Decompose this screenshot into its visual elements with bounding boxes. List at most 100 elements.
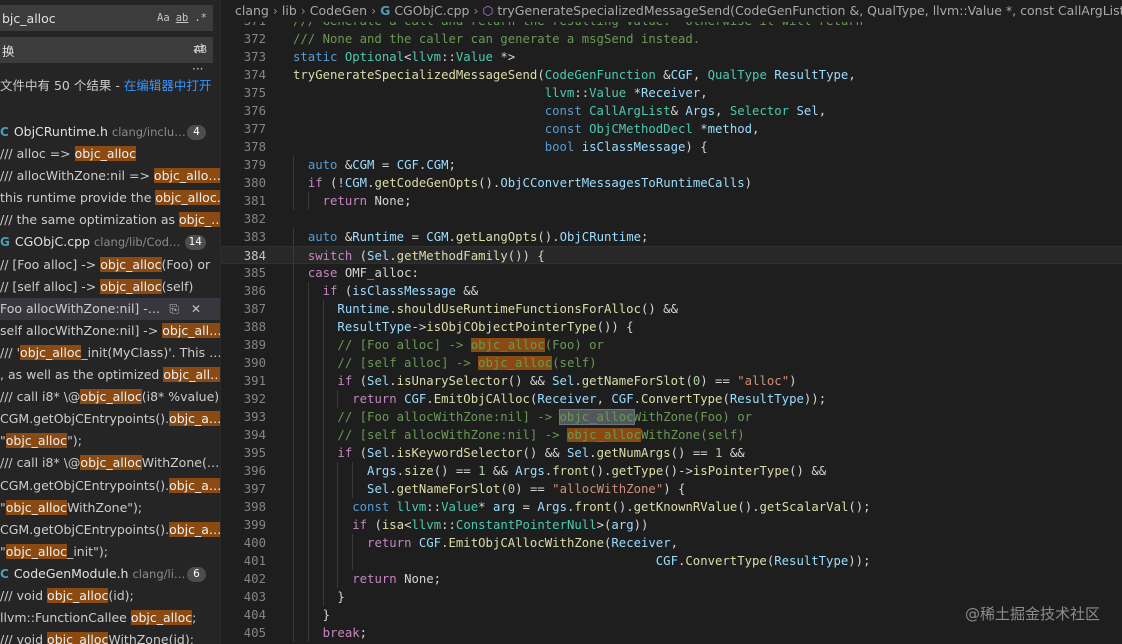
result-match-line[interactable]: /// the same optimization as objc_… [0,209,220,231]
code-line[interactable]: 375 llvm::Value *Receiver, [221,84,1122,102]
code-line[interactable]: 391 if (Sel.isUnarySelector() && Sel.get… [221,372,1122,390]
code-line[interactable]: 388 ResultType->isObjCObjectPointerType(… [221,318,1122,336]
code-line[interactable]: 396 Args.size() == 1 && Args.front().get… [221,462,1122,480]
result-match-line[interactable]: Foo allocWithZone:nil] -… ⎘ ✕ [0,297,220,320]
code-line[interactable]: 399 if (isa<llvm::ConstantPointerNull>(a… [221,516,1122,534]
result-match-line[interactable]: this runtime provide the objc_alloc… [0,187,220,209]
replace-match-icon[interactable]: ⎘ [169,302,179,316]
more-options-icon[interactable]: ··· [192,62,203,76]
match-context-after: (id); [108,587,134,603]
code-token: llvm [544,86,575,100]
code-line[interactable]: 380 if (!CGM.getCodeGenOpts().ObjCConver… [221,174,1122,192]
cpp-file-icon: G [0,235,10,250]
code-token: (! [330,176,345,190]
search-input[interactable]: bjc_alloc Aa ab .* [0,5,213,31]
code-token: ()) { [507,249,545,263]
code-line[interactable]: 390 // [self alloc] -> objc_alloc(self) [221,354,1122,372]
code-token: )); [848,554,871,568]
code-line[interactable]: 392 return CGF.EmitObjCAlloc(Receiver, C… [221,390,1122,408]
code-token: getKnownRValue [633,500,738,514]
code-line[interactable]: 394 // [self allocWithZone:nil] -> objc_… [221,426,1122,444]
code-token: size [404,464,434,478]
result-match-line[interactable]: /// alloc => objc_alloc [0,143,220,165]
result-match-line[interactable]: CGM.getObjCEntrypoints().objc_a… [0,408,220,430]
result-file[interactable]: C ObjCRuntime.h clang/inclu… 4 [0,121,220,143]
code-editor[interactable]: 371/// Generate a call and return the re… [221,0,1122,644]
result-match-line[interactable]: /// call i8* \@objc_allocWithZone(… [0,452,220,474]
code-line[interactable]: 374 tryGenerateSpecializedMessageSend(Cod… [221,66,1122,84]
code-line[interactable]: 379 auto &CGM = CGF.CGM; [221,156,1122,174]
code-line[interactable]: 385 case OMF_alloc: [221,264,1122,282]
code-text: CGF.ConvertType(ResultType)); [293,552,871,570]
breadcrumb-item-clang[interactable]: clang [235,3,269,18]
result-match-line[interactable]: CGM.getObjCEntrypoints().objc_a… [0,475,220,497]
code-line[interactable]: 372 /// None and the caller can generate … [221,30,1122,48]
line-number: 405 [243,626,266,640]
code-line[interactable]: 405 break; [221,624,1122,642]
use-regex-toggle[interactable]: .* [194,12,207,24]
dismiss-match-icon[interactable]: ✕ [191,302,201,316]
code-line[interactable]: 384 switch (Sel.getMethodFamily()) { [221,246,1122,265]
code-line[interactable]: 398 const llvm::Value* arg = Args.front(… [221,498,1122,516]
code-token: Sel [367,374,390,388]
cpp-file-icon: G [380,3,391,18]
code-lines[interactable]: 371/// Generate a call and return the re… [221,12,1122,642]
search-query[interactable]: bjc_alloc [2,11,157,26]
code-token: (). [589,464,612,478]
code-line[interactable]: 383 auto &Runtime = CGM.getLangOpts().Ob… [221,228,1122,246]
result-file[interactable]: C CodeGenModule.h clang/li… 6 [0,563,220,585]
code-line[interactable]: 376 const CallArgList& Args, Selector Se… [221,102,1122,120]
open-in-editor-link[interactable]: 在编辑器中打开 [124,78,212,93]
breadcrumb-separator-icon: › [272,3,278,18]
breadcrumb-item-symbol[interactable]: tryGenerateSpecializedMessageSend(CodeGe… [497,3,1122,18]
replace-all-icon[interactable]: ⇄ [193,41,205,57]
code-line[interactable]: 373 static Optional<llvm::Value *> [221,48,1122,66]
code-line[interactable]: 402 return None; [221,570,1122,588]
code-line[interactable]: 377 const ObjCMethodDecl *method, [221,120,1122,138]
line-number: 383 [243,230,266,244]
code-line[interactable]: 389 // [Foo alloc] -> objc_alloc(Foo) or [221,336,1122,354]
code-line[interactable]: 386 if (isClassMessage && [221,282,1122,300]
result-match-line[interactable]: // [self alloc] -> objc_alloc(self) [0,276,220,298]
result-file[interactable]: G CGObjC.cpp clang/lib/Cod… 14 [0,231,220,253]
breadcrumb-item-file[interactable]: CGObjC.cpp [394,3,469,18]
replace-input[interactable]: 换 AB [0,37,213,63]
code-text: Sel.getNameForSlot(0) == "allocWithZone"… [293,480,685,498]
result-match-line[interactable]: /// 'objc_alloc_init(MyClass)'. This … [0,342,220,364]
result-match-line[interactable]: "objc_alloc"); [0,430,220,452]
code-line[interactable]: 393 // [Foo allocWithZone:nil] -> objc_a… [221,408,1122,426]
c-header-file-icon: C [0,566,9,581]
result-match-line[interactable]: self allocWithZone:nil] -> objc_all… [0,320,220,342]
code-line[interactable]: 395 if (Sel.isKeywordSelector() && Sel.g… [221,444,1122,462]
code-token: getNumArgs [596,446,671,460]
code-line[interactable]: 400 return CGF.EmitObjCAllocWithZone(Rec… [221,534,1122,552]
result-match-line[interactable]: CGM.getObjCEntrypoints().objc_a… [0,519,220,541]
code-token: * [626,86,641,100]
result-match-line[interactable]: , as well as the optimized objc_all… [0,364,220,386]
result-match-line[interactable]: // [Foo alloc] -> objc_alloc(Foo) or [0,254,220,276]
code-token: ( [374,518,382,532]
result-match-line[interactable]: /// allocWithZone:nil => objc_allo… [0,165,220,187]
code-line[interactable]: 397 Sel.getNameForSlot(0) == "allocWithZ… [221,480,1122,498]
breadcrumb-item-codegen[interactable]: CodeGen [310,3,367,18]
code-line[interactable]: 387 Runtime.shouldUseRuntimeFunctionsFor… [221,300,1122,318]
code-line[interactable]: 382 [221,210,1122,228]
match-case-toggle[interactable]: Aa [157,12,170,24]
breadcrumb-item-lib[interactable]: lib [282,3,297,18]
result-file-name: CodeGenModule.h [13,565,129,581]
result-match-line[interactable]: "objc_allocWithZone"); [0,497,220,519]
result-match-line[interactable]: /// call i8* \@objc_alloc(i8* %value) [0,386,220,408]
code-text: const llvm::Value* arg = Args.front().ge… [293,498,870,516]
match-context-after: (Foo) or [161,256,211,272]
match-whole-word-toggle[interactable]: ab [176,12,189,24]
replace-value[interactable]: 换 [2,41,194,60]
result-match-line[interactable]: /// void objc_alloc(id); [0,585,220,607]
code-token: return [367,536,419,550]
code-token: Optional [344,50,405,64]
result-match-line[interactable]: "objc_alloc_init"); [0,541,220,563]
result-match-line[interactable]: /// void objc_allocWithZone(id); [0,629,220,644]
result-match-line[interactable]: llvm::FunctionCallee objc_alloc; [0,607,220,629]
code-line[interactable]: 381 return None; [221,192,1122,210]
code-line[interactable]: 401 CGF.ConvertType(ResultType)); [221,552,1122,570]
code-line[interactable]: 378 bool isClassMessage) { [221,138,1122,156]
